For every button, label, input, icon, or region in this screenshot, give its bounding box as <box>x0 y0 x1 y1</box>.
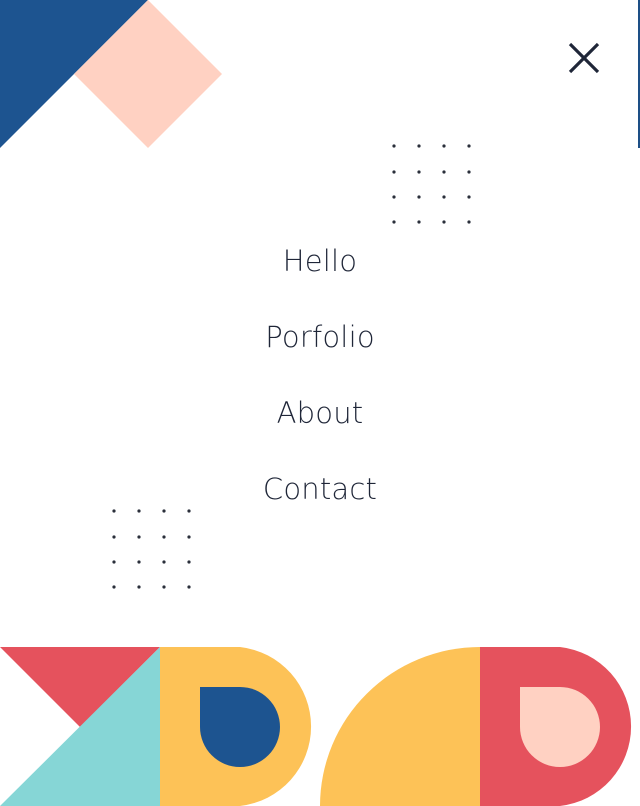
nav-link-contact[interactable]: Contact <box>263 464 377 540</box>
nav-link-about[interactable]: About <box>277 388 364 464</box>
tile-red-round <box>480 647 632 806</box>
close-icon <box>568 42 600 74</box>
nav-menu: Hello Porfolio About Contact <box>0 236 640 540</box>
nav-link-hello[interactable]: Hello <box>283 236 358 312</box>
yellow-quarter-shape <box>320 647 480 806</box>
top-left-decoration <box>0 0 222 148</box>
tile-yellow-round <box>160 647 312 806</box>
nav-link-portfolio[interactable]: Porfolio <box>265 312 375 388</box>
tile-yellow-quarter <box>320 647 480 806</box>
close-button[interactable] <box>562 36 606 80</box>
tile-triangles <box>0 647 160 806</box>
menu-overlay: Hello Porfolio About Contact <box>0 0 640 806</box>
peach-drop-shape <box>520 687 600 767</box>
navy-drop-shape <box>200 687 280 767</box>
bottom-decoration <box>0 647 632 806</box>
dot-grid-top <box>392 144 471 224</box>
